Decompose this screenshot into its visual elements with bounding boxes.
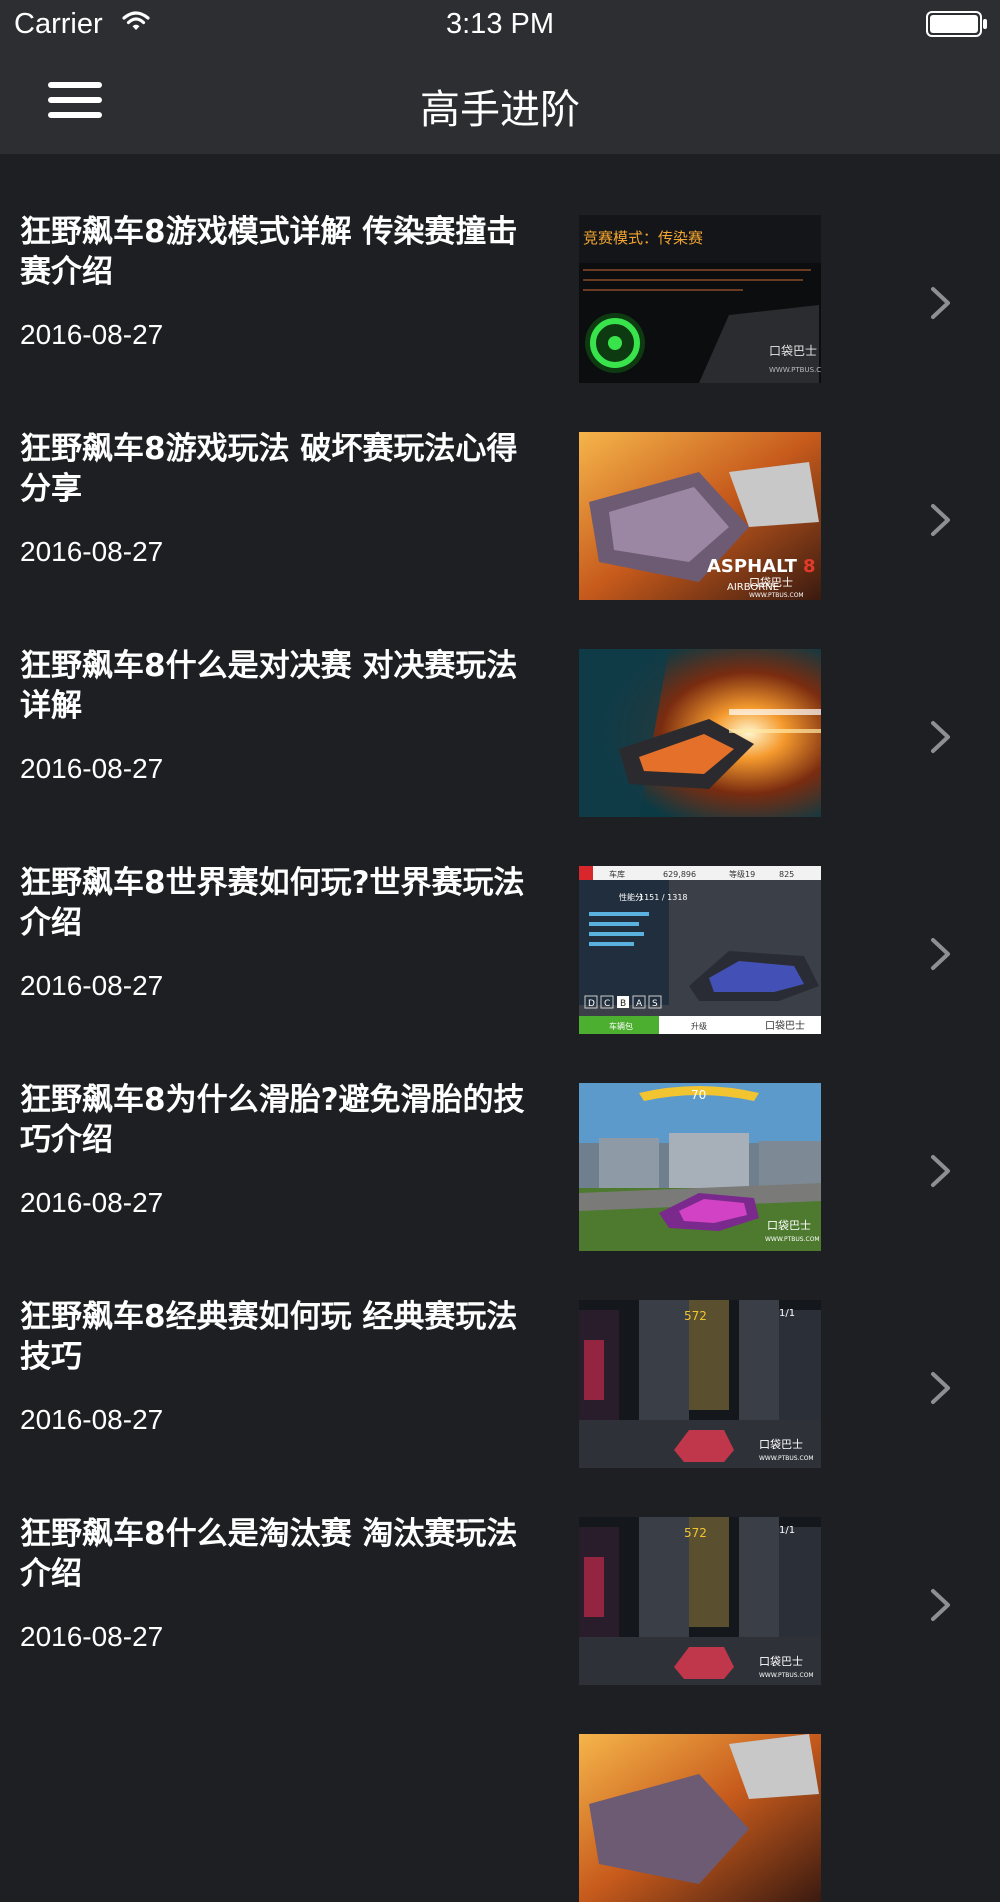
article-title: 狂野飙车8世界赛如何玩?世界赛玩法介绍 <box>20 865 525 941</box>
chevron-right-icon <box>931 1155 950 1187</box>
thumb-text: B <box>620 999 626 1009</box>
thumb-text: 1/1 <box>779 1525 795 1536</box>
thumb-text: 竞赛模式：传染赛 <box>583 229 703 247</box>
thumb-text: C <box>604 999 610 1009</box>
thumb-text: 口袋巴士 <box>759 1437 803 1451</box>
thumb-text: 口袋巴士 <box>769 344 817 358</box>
clock-label: 3:13 PM <box>446 8 554 40</box>
article-date: 2016-08-27 <box>20 1621 164 1652</box>
list-item[interactable]: 狂野飙车8经典赛如何玩 经典赛玩法技巧 2016-08-27 572 1/1 口… <box>0 1239 1000 1468</box>
thumb-text: 70 <box>691 1088 706 1102</box>
list-item[interactable]: 狂野飙车8为什么滑胎?避免滑胎的技巧介绍 2016-08-27 70 口袋巴士 … <box>0 1022 1000 1251</box>
list-item[interactable] <box>0 1673 1000 1902</box>
thumb-text: 口袋巴士 <box>759 1654 803 1668</box>
thumb-text: 825 <box>779 870 794 879</box>
thumb-text: 1151 / 1318 <box>639 893 688 902</box>
thumb-text: 等级19 <box>729 869 755 879</box>
page-title: 高手进阶 <box>420 87 580 133</box>
article-date: 2016-08-27 <box>20 536 164 567</box>
thumb-text: 口袋巴士 <box>767 1218 811 1232</box>
thumb-text: 629,896 <box>663 870 696 879</box>
chevron-right-icon <box>931 1589 950 1621</box>
article-date: 2016-08-27 <box>20 1187 164 1218</box>
thumb-text: 8 <box>803 556 816 577</box>
article-date: 2016-08-27 <box>20 319 164 350</box>
article-date: 2016-08-27 <box>20 970 164 1001</box>
article-title: 狂野飙车8游戏模式详解 传染赛撞击赛介绍 <box>20 214 518 290</box>
article-thumbnail <box>579 649 821 817</box>
list-item[interactable]: 狂野飙车8游戏模式详解 传染赛撞击赛介绍 2016-08-27 竞赛模式：传染赛… <box>0 154 1000 383</box>
thumb-text: 口袋巴士 <box>749 575 793 589</box>
article-thumbnail: 572 1/1 口袋巴士 WWW.PTBUS.COM <box>579 1517 821 1685</box>
chevron-right-icon <box>931 938 950 970</box>
article-title: 狂野飙车8什么是对决赛 对决赛玩法详解 <box>20 648 518 724</box>
thumb-text: S <box>652 999 658 1009</box>
chevron-right-icon <box>931 721 950 753</box>
chevron-right-icon <box>931 287 950 319</box>
thumb-text: 572 <box>684 1309 707 1323</box>
chevron-right-icon <box>931 1372 950 1404</box>
thumb-text: D <box>588 999 595 1009</box>
list-item[interactable]: 狂野飙车8游戏玩法 破坏赛玩法心得分享 2016-08-27 ASPHALT A… <box>0 371 1000 600</box>
list-item[interactable]: 狂野飙车8什么是对决赛 对决赛玩法详解 2016-08-27 <box>0 588 1000 817</box>
chevron-right-icon <box>931 504 950 536</box>
status-bar: Carrier 3:13 PM <box>0 0 1000 50</box>
article-thumbnail <box>579 1734 821 1902</box>
thumb-text: 1/1 <box>779 1308 795 1319</box>
article-thumbnail: 572 1/1 口袋巴士 WWW.PTBUS.COM <box>579 1300 821 1468</box>
article-date: 2016-08-27 <box>20 1404 164 1435</box>
article-thumbnail: 车库 629,896 等级19 825 性能分 1151 / 1318 D C … <box>579 866 821 1034</box>
article-thumbnail: ASPHALT AIRBORNE 8 口袋巴士 WWW.PTBUS.COM <box>579 432 821 600</box>
article-thumbnail: 竞赛模式：传染赛 口袋巴士 WWW.PTBUS.COM <box>579 215 821 383</box>
article-title: 狂野飙车8什么是淘汰赛 淘汰赛玩法介绍 <box>20 1516 518 1592</box>
list-item[interactable]: 狂野飙车8世界赛如何玩?世界赛玩法介绍 2016-08-27 车库 629,89… <box>0 805 1000 1034</box>
navigation-bar: 高手进阶 <box>0 50 1000 154</box>
article-title: 狂野飙车8经典赛如何玩 经典赛玩法技巧 <box>20 1299 518 1375</box>
article-title: 狂野飙车8为什么滑胎?避免滑胎的技巧介绍 <box>20 1082 525 1158</box>
thumb-text: A <box>636 999 643 1009</box>
article-title: 狂野飙车8游戏玩法 破坏赛玩法心得分享 <box>20 431 518 507</box>
list-item[interactable]: 狂野飙车8什么是淘汰赛 淘汰赛玩法介绍 2016-08-27 572 1/1 口… <box>0 1456 1000 1685</box>
thumb-text: ASPHALT <box>707 556 798 577</box>
battery-icon <box>926 11 988 41</box>
thumb-text: 车库 <box>609 869 625 879</box>
article-thumbnail: 70 口袋巴士 WWW.PTBUS.COM <box>579 1083 821 1251</box>
article-date: 2016-08-27 <box>20 753 164 784</box>
thumb-text: 572 <box>684 1526 707 1540</box>
